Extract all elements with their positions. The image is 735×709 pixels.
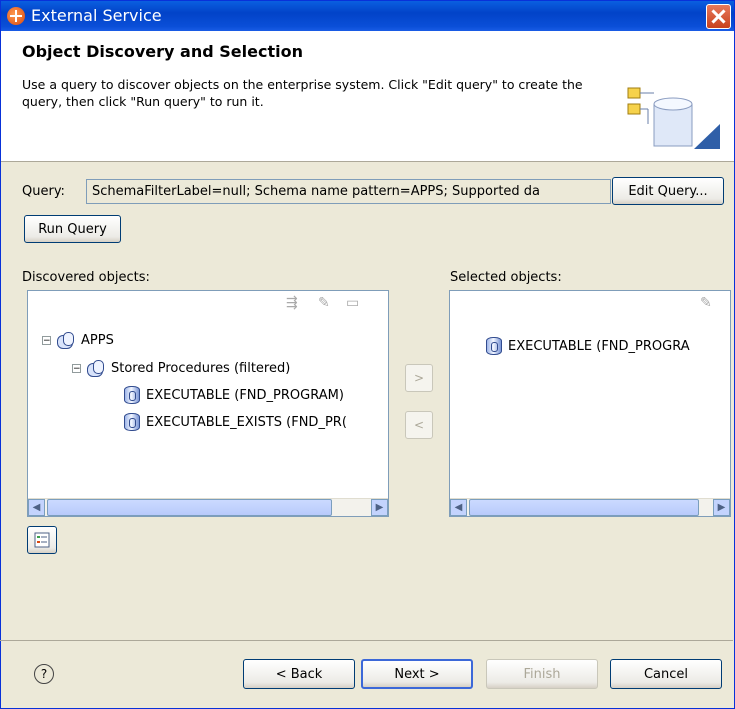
tree-node-label: Stored Procedures (filtered) <box>111 360 291 376</box>
stored-procedures-icon <box>87 359 105 377</box>
filter-icon[interactable]: ⇶ <box>286 295 298 311</box>
back-button[interactable]: < Back <box>243 659 355 689</box>
selected-item[interactable]: EXECUTABLE (FND_PROGRA <box>486 337 690 355</box>
edit-icon[interactable]: ✎ <box>318 295 330 311</box>
scroll-left-icon[interactable]: ◀ <box>450 499 467 516</box>
scroll-thumb[interactable] <box>47 499 332 516</box>
app-icon <box>7 7 25 25</box>
horizontal-scrollbar[interactable]: ◀ ▶ <box>450 498 730 516</box>
page-title: Object Discovery and Selection <box>22 42 303 61</box>
discovered-objects-tree[interactable]: ⇶ ✎ ▭ − APPS − Stored Procedures (filter… <box>27 290 389 517</box>
query-field[interactable]: SchemaFilterLabel=null; Schema name patt… <box>86 179 611 204</box>
discovered-objects-label: Discovered objects: <box>22 270 150 285</box>
cancel-button[interactable]: Cancel <box>610 659 722 689</box>
title-bar[interactable]: External Service <box>1 1 734 31</box>
database-discovery-icon <box>627 87 720 149</box>
properties-icon[interactable]: ▭ <box>346 295 359 311</box>
query-label: Query: <box>22 184 65 199</box>
edit-icon[interactable]: ✎ <box>700 295 712 311</box>
tree-node-label: APPS <box>81 332 114 348</box>
tree-node-apps[interactable]: − APPS <box>42 331 114 349</box>
tree-node-stored-procedures[interactable]: − Stored Procedures (filtered) <box>72 359 290 377</box>
show-details-button[interactable] <box>27 526 57 554</box>
scroll-left-icon[interactable]: ◀ <box>28 499 45 516</box>
finish-button[interactable]: Finish <box>486 659 598 689</box>
tree-item-label: EXECUTABLE_EXISTS (FND_PR( <box>146 414 347 430</box>
window-title: External Service <box>31 6 162 25</box>
procedure-icon <box>124 386 140 404</box>
tree-item-executable[interactable]: EXECUTABLE (FND_PROGRAM) <box>124 386 344 404</box>
add-selection-button[interactable]: > <box>405 364 433 392</box>
horizontal-scrollbar[interactable]: ◀ ▶ <box>28 498 388 516</box>
selected-objects-label: Selected objects: <box>450 270 562 285</box>
collapse-icon[interactable]: − <box>72 363 81 373</box>
schema-icon <box>57 331 75 349</box>
remove-selection-button[interactable]: < <box>405 411 433 439</box>
page-description: Use a query to discover objects on the e… <box>22 77 583 109</box>
edit-query-button[interactable]: Edit Query... <box>612 177 724 205</box>
footer-separator <box>0 640 733 641</box>
procedure-icon <box>124 413 140 431</box>
scroll-thumb[interactable] <box>469 499 699 516</box>
tree-item-executable-exists[interactable]: EXECUTABLE_EXISTS (FND_PR( <box>124 413 347 431</box>
selected-item-label: EXECUTABLE (FND_PROGRA <box>508 338 690 354</box>
help-icon[interactable]: ? <box>34 664 54 684</box>
procedure-icon <box>486 337 502 355</box>
collapse-icon[interactable]: − <box>42 335 51 345</box>
scroll-right-icon[interactable]: ▶ <box>713 499 730 516</box>
scroll-right-icon[interactable]: ▶ <box>371 499 388 516</box>
run-query-button[interactable]: Run Query <box>24 215 121 243</box>
selected-objects-list[interactable]: ✎ EXECUTABLE (FND_PROGRA ◀ ▶ <box>449 290 731 517</box>
tree-item-label: EXECUTABLE (FND_PROGRAM) <box>146 387 344 403</box>
close-button[interactable] <box>706 4 731 29</box>
list-details-icon <box>34 532 50 548</box>
next-button[interactable]: Next > <box>361 659 473 689</box>
